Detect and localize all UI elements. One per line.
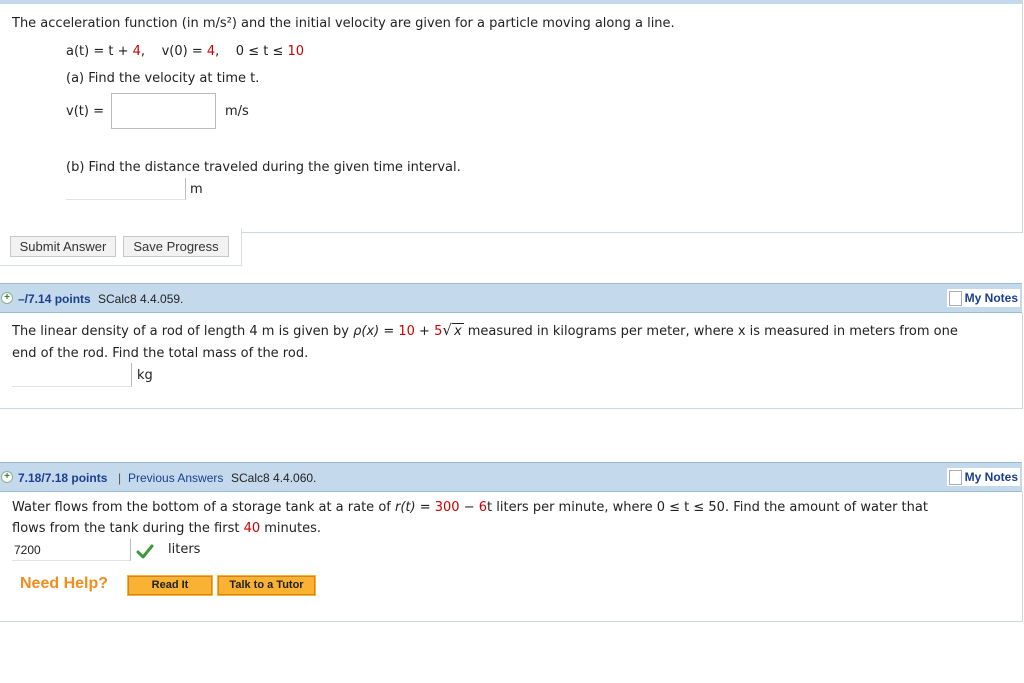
acceleration-lhs: a(t) = t +: [66, 44, 133, 59]
interval-lhs: 0 ≤ t ≤: [235, 44, 288, 59]
q3-minutes: 40: [243, 521, 261, 536]
notes-document-icon: [948, 291, 962, 306]
distance-unit: m: [190, 182, 203, 197]
read-it-button[interactable]: Read It: [127, 575, 213, 596]
notes-document-icon: [948, 470, 962, 485]
my-notes-label: My Notes: [964, 470, 1018, 484]
q3-text-d: minutes.: [260, 521, 322, 536]
part-a-prompt: (a) Find the velocity at time t.: [66, 71, 260, 86]
save-progress-button[interactable]: Save Progress: [123, 236, 229, 257]
mass-input[interactable]: [12, 363, 132, 387]
q3-constant-1: 300: [434, 500, 460, 515]
talk-to-tutor-button[interactable]: Talk to a Tutor: [217, 575, 316, 596]
header-separator: |: [118, 471, 122, 485]
question-2-points: –/7.14 points: [18, 292, 91, 306]
q2-rho: ρ(x) =: [353, 324, 399, 339]
q3-rate: r(t) =: [394, 500, 435, 515]
previous-answers-link[interactable]: Previous Answers: [128, 471, 223, 485]
sqrt-symbol: √ x: [442, 321, 464, 339]
correct-checkmark-icon: [136, 544, 154, 559]
submit-answer-button[interactable]: Submit Answer: [10, 236, 116, 257]
water-amount-input[interactable]: 7200: [12, 539, 131, 561]
q2-text-a: The linear density of a rod of length 4 …: [12, 324, 354, 339]
q3-text-c: flows from the tank during the first: [12, 521, 244, 536]
velocity-unit: m/s: [225, 104, 249, 119]
question-3-header: + 7.18/7.18 points | Previous Answers SC…: [0, 462, 1022, 492]
question-2-code: SCalc8 4.4.059.: [98, 292, 184, 306]
my-notes-button[interactable]: My Notes: [946, 468, 1020, 486]
expand-plus-icon[interactable]: +: [1, 292, 13, 304]
interval-upper: 10: [287, 44, 305, 59]
question-3-code: SCalc8 4.4.060.: [231, 471, 317, 485]
q2-plus: +: [414, 324, 435, 339]
q2-text-b: measured in kilograms per meter, where x…: [463, 324, 958, 339]
q3-minus: −: [459, 500, 479, 515]
acceleration-constant: 4: [132, 44, 141, 59]
my-notes-button[interactable]: My Notes: [946, 289, 1020, 307]
expand-plus-icon[interactable]: +: [1, 471, 13, 483]
q3-constant-2: 6: [478, 500, 488, 515]
distance-input[interactable]: [66, 178, 186, 200]
q2-constant-1: 10: [398, 324, 415, 339]
mass-unit: kg: [137, 368, 153, 383]
q3-text-a: Water flows from the bottom of a storage…: [12, 500, 395, 515]
question-2-header: + –/7.14 points SCalc8 4.4.059. My Notes: [0, 283, 1022, 313]
q3-text-b: t liters per minute, where 0 ≤ t ≤ 50. F…: [487, 500, 928, 515]
question-1-intro: The acceleration function (in m/s²) and …: [12, 16, 675, 31]
initial-velocity-value: 4: [206, 44, 216, 59]
initial-velocity-lhs: v(0) =: [161, 44, 207, 59]
q2-constant-2: 5: [434, 324, 443, 339]
given-equations: a(t) = t + 4, v(0) = 4, 0 ≤ t ≤ 10: [66, 44, 305, 59]
question-2-line-1: The linear density of a rod of length 4 …: [12, 321, 958, 339]
question-2-line-2: end of the rod. Find the total mass of t…: [12, 346, 309, 361]
part-b-prompt: (b) Find the distance traveled during th…: [66, 160, 461, 175]
velocity-input[interactable]: [111, 93, 216, 129]
q2-radicand: x: [451, 323, 464, 339]
question-3-points: 7.18/7.18 points: [18, 471, 108, 485]
question-3-line-2: flows from the tank during the first 40 …: [12, 521, 321, 536]
need-help-label: Need Help?: [20, 575, 109, 592]
velocity-label: v(t) =: [66, 104, 104, 119]
my-notes-label: My Notes: [964, 291, 1018, 305]
question-3-line-1: Water flows from the bottom of a storage…: [12, 500, 928, 515]
water-unit: liters: [168, 542, 201, 557]
